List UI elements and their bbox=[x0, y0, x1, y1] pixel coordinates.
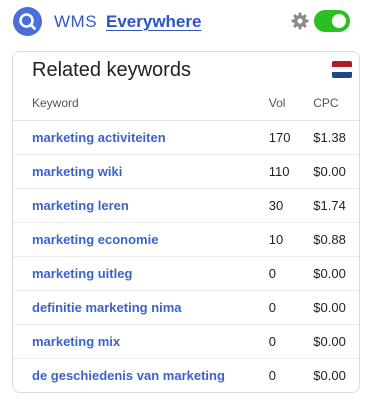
cpc-cell: $0.00 bbox=[313, 368, 346, 383]
keyword-link[interactable]: de geschiedenis van marketing bbox=[32, 368, 225, 383]
volume-cell: 0 bbox=[268, 256, 314, 291]
keyword-link[interactable]: definitie marketing nima bbox=[32, 300, 182, 315]
table-row: marketing leren 30 $1.74 bbox=[13, 188, 359, 223]
cpc-cell: $0.00 bbox=[313, 324, 359, 359]
keyword-link[interactable]: marketing mix bbox=[32, 334, 120, 349]
table-row: de geschiedenis van marketing 0 $0.00 bbox=[13, 359, 359, 393]
table-row: marketing activiteiten 170 $1.38 bbox=[13, 120, 359, 155]
table-row: definitie marketing nima 0 $0.00 bbox=[13, 290, 359, 325]
table-row: marketing wiki 110 $0.00 bbox=[13, 154, 359, 189]
cpc-cell: $0.88 bbox=[313, 222, 359, 257]
volume-cell: 110 bbox=[268, 154, 314, 189]
enable-toggle[interactable] bbox=[314, 10, 350, 32]
keyword-link[interactable]: marketing activiteiten bbox=[32, 130, 166, 145]
volume-cell: 0 bbox=[268, 290, 314, 325]
keyword-link[interactable]: marketing leren bbox=[32, 198, 129, 213]
volume-cell: 10 bbox=[268, 222, 314, 257]
column-header-cpc[interactable]: CPC bbox=[313, 86, 359, 121]
volume-cell: 170 bbox=[268, 120, 314, 155]
header-bar: WMS Everywhere bbox=[0, 0, 370, 44]
keyword-link[interactable]: marketing economie bbox=[32, 232, 158, 247]
cpc-cell: $0.00 bbox=[313, 256, 359, 291]
keywords-table: Keyword Vol CPC marketing activiteiten 1… bbox=[13, 86, 359, 392]
cpc-cell: $0.00 bbox=[313, 290, 359, 325]
volume-cell: 30 bbox=[268, 188, 314, 223]
cpc-cell: $0.00 bbox=[313, 154, 359, 189]
netherlands-flag-icon bbox=[332, 61, 352, 78]
table-row: marketing economie 10 $0.88 bbox=[13, 222, 359, 257]
volume-cell: 0 bbox=[268, 324, 314, 359]
table-row: marketing mix 0 $0.00 bbox=[13, 324, 359, 359]
gear-icon[interactable] bbox=[291, 12, 309, 30]
table-header-row: Keyword Vol CPC bbox=[13, 86, 359, 121]
related-keywords-card: Related keywords Keyword Vol CPC marketi… bbox=[12, 51, 360, 393]
keyword-link[interactable]: marketing wiki bbox=[32, 164, 122, 179]
column-header-keyword[interactable]: Keyword bbox=[13, 86, 269, 121]
search-icon[interactable] bbox=[13, 7, 42, 36]
cpc-cell: $1.38 bbox=[313, 120, 359, 155]
column-header-vol[interactable]: Vol bbox=[268, 86, 314, 121]
card-title: Related keywords bbox=[32, 59, 191, 81]
everywhere-link[interactable]: Everywhere bbox=[106, 12, 201, 32]
keyword-link[interactable]: marketing uitleg bbox=[32, 266, 132, 281]
volume-cell: 0 bbox=[268, 368, 276, 383]
table-row: marketing uitleg 0 $0.00 bbox=[13, 256, 359, 291]
brand-name: WMS bbox=[54, 12, 98, 31]
cpc-cell: $1.74 bbox=[313, 188, 359, 223]
toggle-knob bbox=[332, 14, 346, 28]
